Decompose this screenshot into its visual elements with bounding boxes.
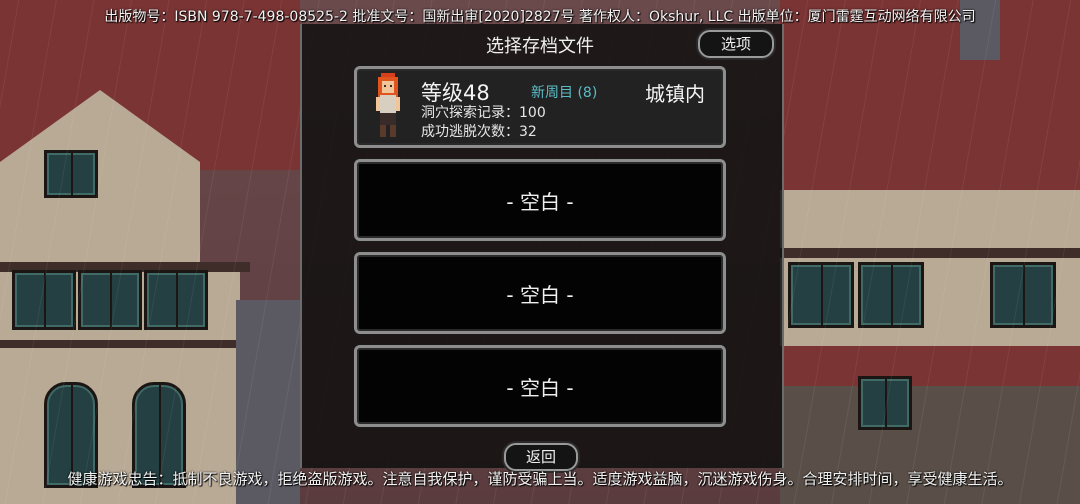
save-location: 城镇内 (645, 82, 705, 106)
empty-slot-label: - 空白 - (506, 189, 574, 214)
save-slot-4[interactable]: - 空白 - (354, 345, 726, 427)
new-game-plus-badge: 新周目 (8) (531, 85, 598, 101)
back-button[interactable]: 返回 (504, 443, 578, 471)
escapes-stat: 成功逃脱次数：32 (421, 124, 537, 140)
options-button[interactable]: 选项 (698, 30, 774, 58)
cave-record-stat: 洞穴探索记录：100 (421, 105, 546, 121)
save-slot-3[interactable]: - 空白 - (354, 252, 726, 334)
publication-info: 出版物号：ISBN 978-7-498-08525-2 批准文号：国新出审[20… (104, 9, 976, 25)
health-notice: 健康游戏忠告：抵制不良游戏，拒绝盗版游戏。注意自我保护，谨防受骗上当。适度游戏益… (67, 470, 1013, 488)
empty-slot-label: - 空白 - (506, 282, 574, 307)
character-avatar-icon (376, 73, 400, 137)
save-slot-1[interactable]: 等级48 新周目 (8) 城镇内 洞穴探索记录：100 成功逃脱次数：32 (354, 66, 726, 148)
save-slot-2[interactable]: - 空白 - (354, 159, 726, 241)
empty-slot-label: - 空白 - (506, 375, 574, 400)
